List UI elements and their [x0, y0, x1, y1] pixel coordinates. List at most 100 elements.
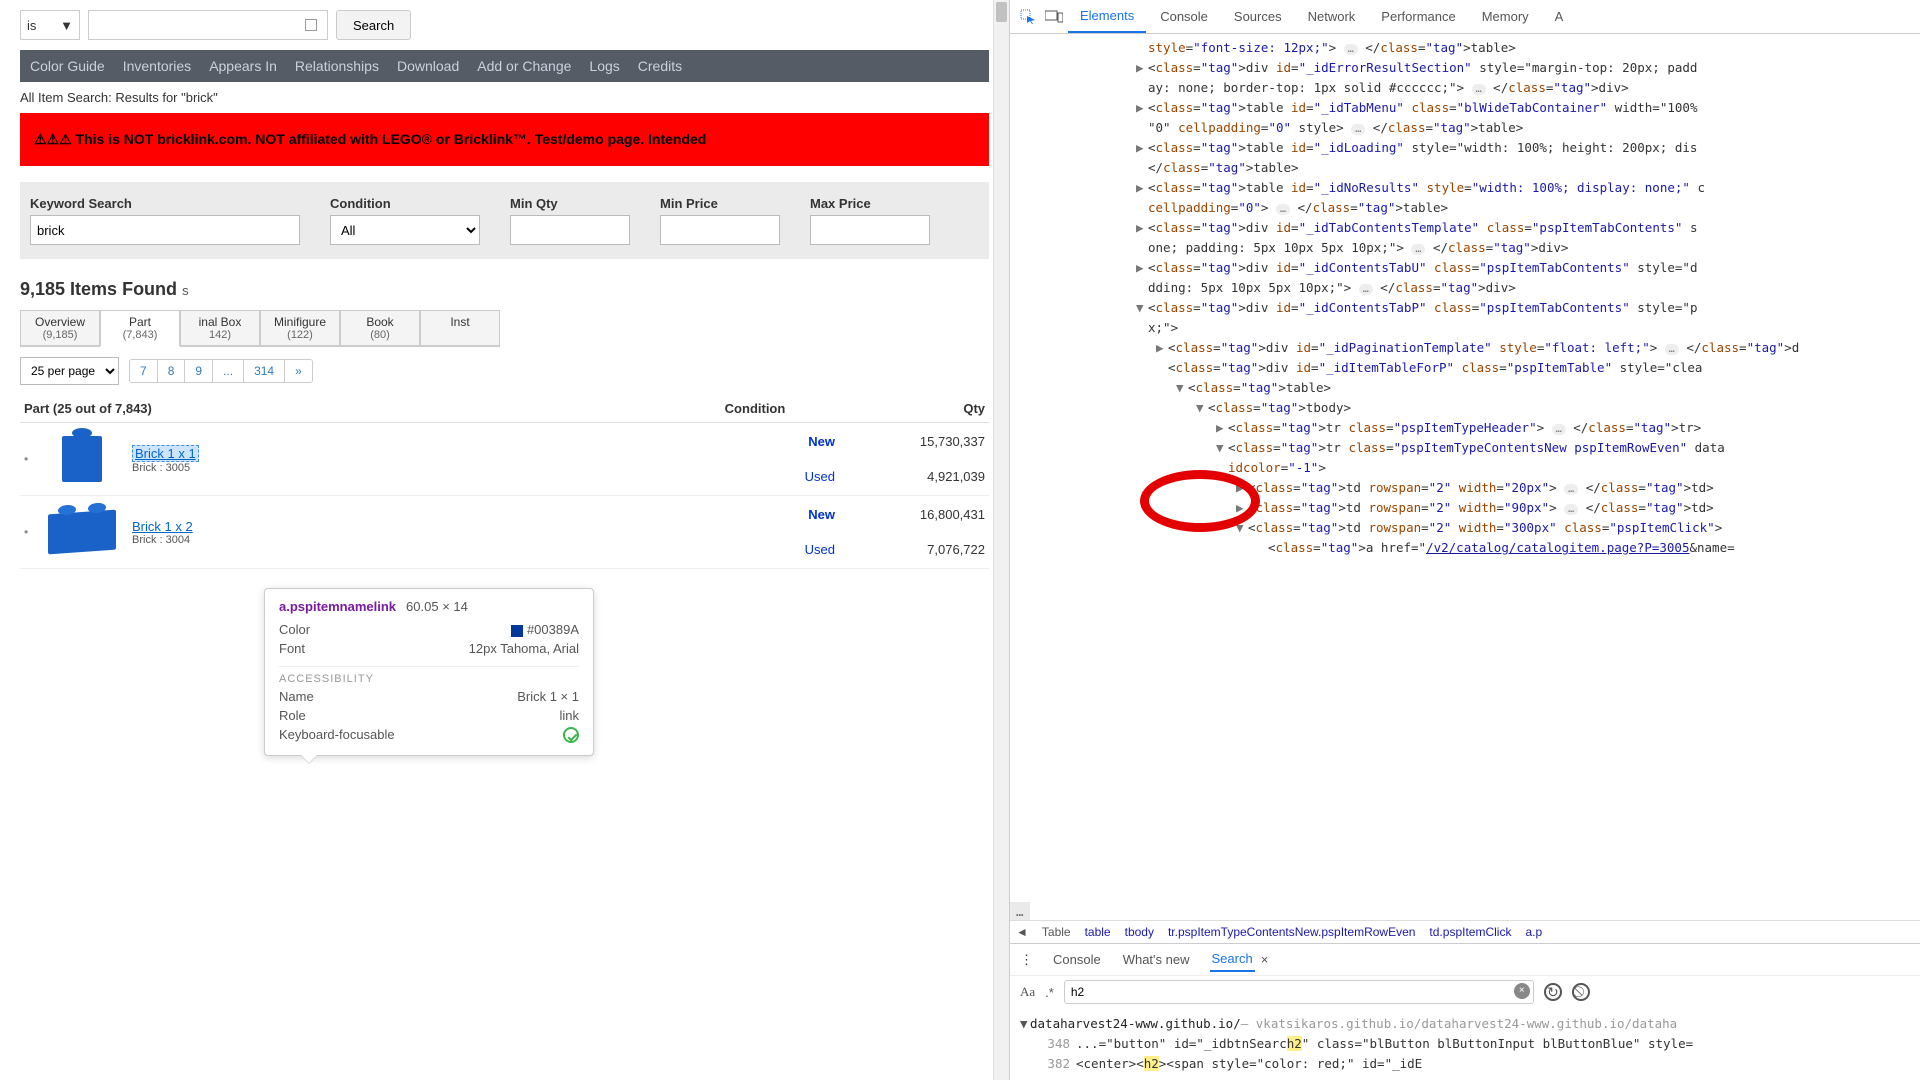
cancel-icon[interactable]: ⃠ — [1572, 983, 1590, 1001]
dom-node[interactable]: idcolor="-1"> — [1016, 458, 1914, 478]
regex-toggle[interactable]: .* — [1045, 985, 1054, 1000]
dom-node[interactable]: cellpadding="0"> … </class="tag">table> — [1016, 198, 1914, 218]
crumb[interactable]: table — [1085, 925, 1111, 939]
dom-node[interactable]: </class="tag">table> — [1016, 158, 1914, 178]
cond-new[interactable]: New — [675, 507, 835, 522]
crumb-back[interactable]: ◄ — [1016, 925, 1028, 939]
devtools-tab-performance[interactable]: Performance — [1369, 0, 1467, 33]
dom-node[interactable]: ▼<class="tag">div id="_idContentsTabP" c… — [1016, 298, 1914, 318]
drawer-tab-console[interactable]: Console — [1051, 948, 1103, 971]
maxprice-input[interactable] — [810, 215, 930, 245]
checkbox-icon[interactable] — [305, 19, 317, 31]
drawer-menu-icon[interactable]: ⋮ — [1020, 952, 1033, 968]
item-name-link[interactable]: Brick 1 x 1 — [132, 445, 199, 462]
nav-download[interactable]: Download — [397, 58, 459, 74]
devtools-tab-memory[interactable]: Memory — [1470, 0, 1541, 33]
item-name-link[interactable]: Brick 1 x 2 — [132, 519, 193, 534]
dom-node[interactable]: style="font-size: 12px;"> … </class="tag… — [1016, 38, 1914, 58]
page-9[interactable]: 9 — [185, 360, 213, 382]
page-next[interactable]: » — [285, 360, 312, 382]
nav-inventories[interactable]: Inventories — [123, 58, 191, 74]
drawer-tab-search[interactable]: Search — [1210, 947, 1255, 972]
tab-overview[interactable]: Overview(9,185) — [20, 310, 100, 347]
drawer-tab-whatsnew[interactable]: What's new — [1121, 948, 1192, 971]
tab-book[interactable]: Book(80) — [340, 310, 420, 347]
nav-credits[interactable]: Credits — [638, 58, 682, 74]
search-button[interactable]: Search — [336, 10, 411, 40]
search-result-line[interactable]: 382<center><h2><span style="color: red;"… — [1020, 1054, 1910, 1074]
crumb[interactable]: td.pspItemClick — [1429, 925, 1511, 939]
dom-node[interactable]: ▼<class="tag">table> — [1016, 378, 1914, 398]
nav-logs[interactable]: Logs — [589, 58, 619, 74]
nav-add-change[interactable]: Add or Change — [477, 58, 571, 74]
item-thumb[interactable] — [42, 502, 122, 562]
device-toggle-icon[interactable] — [1042, 5, 1066, 29]
clear-icon[interactable]: × — [1514, 983, 1530, 999]
devtools-tab-sources[interactable]: Sources — [1222, 0, 1294, 33]
dom-tree[interactable]: style="font-size: 12px;"> … </class="tag… — [1010, 34, 1920, 920]
disclosure-triangle-icon[interactable]: ▼ — [1020, 1014, 1030, 1034]
search-result-file[interactable]: ▼dataharvest24-www.github.io/— vkatsikar… — [1020, 1014, 1910, 1034]
dom-node[interactable]: ▶<class="tag">td rowspan="2" width="90px… — [1016, 498, 1914, 518]
category-dropdown[interactable]: is ▼ — [20, 10, 80, 40]
dom-node[interactable]: ▶<class="tag">table id="_idNoResults" st… — [1016, 178, 1914, 198]
expand-icon[interactable]: • — [24, 525, 34, 539]
close-icon[interactable]: × — [1261, 952, 1269, 967]
tab-part[interactable]: Part(7,843) — [100, 310, 180, 347]
cond-used[interactable]: Used — [675, 469, 835, 484]
cond-used[interactable]: Used — [675, 542, 835, 557]
crumb[interactable]: a.p — [1525, 925, 1542, 939]
expand-icon[interactable]: • — [24, 452, 34, 466]
cond-new[interactable]: New — [675, 434, 835, 449]
dom-node[interactable]: <class="tag">a href="/v2/catalog/catalog… — [1016, 538, 1914, 558]
perpage-select[interactable]: 25 per page — [20, 357, 119, 385]
condition-select[interactable]: All — [330, 215, 480, 245]
minqty-input[interactable] — [510, 215, 630, 245]
dom-node[interactable]: ▶<class="tag">tr class="pspItemTypeHeade… — [1016, 418, 1914, 438]
dom-node[interactable]: "0" cellpadding="0" style> … </class="ta… — [1016, 118, 1914, 138]
item-thumb[interactable] — [42, 429, 122, 489]
top-search-input[interactable] — [88, 10, 328, 40]
dom-node[interactable]: ▶<class="tag">table id="_idTabMenu" clas… — [1016, 98, 1914, 118]
crumb[interactable]: tr.pspItemTypeContentsNew.pspItemRowEven — [1168, 925, 1415, 939]
devtools-tab-network[interactable]: Network — [1296, 0, 1368, 33]
page-last[interactable]: 314 — [244, 360, 285, 382]
truncation-dots: … — [1010, 902, 1030, 920]
dom-node[interactable]: dding: 5px 10px 5px 10px;"> … </class="t… — [1016, 278, 1914, 298]
page-ellipsis[interactable]: ... — [213, 360, 244, 382]
search-input[interactable] — [1064, 980, 1534, 1004]
dom-node[interactable]: ay: none; border-top: 1px solid #cccccc;… — [1016, 78, 1914, 98]
devtools-tab-more[interactable]: A — [1543, 0, 1576, 33]
dom-node[interactable]: ▶<class="tag">div id="_idErrorResultSect… — [1016, 58, 1914, 78]
dom-node[interactable]: ▶<class="tag">table id="_idLoading" styl… — [1016, 138, 1914, 158]
inspect-icon[interactable] — [1016, 5, 1040, 29]
dom-node[interactable]: <class="tag">div id="_idItemTableForP" c… — [1016, 358, 1914, 378]
minprice-input[interactable] — [660, 215, 780, 245]
crumb[interactable]: Table — [1042, 925, 1071, 939]
nav-color-guide[interactable]: Color Guide — [30, 58, 105, 74]
search-result-line[interactable]: 348...="button" id="_idbtnSearch2" class… — [1020, 1034, 1910, 1054]
left-scrollbar[interactable] — [993, 0, 1009, 1080]
crumb[interactable]: tbody — [1125, 925, 1154, 939]
refresh-icon[interactable] — [1544, 983, 1562, 1001]
devtools-tab-elements[interactable]: Elements — [1068, 0, 1146, 33]
dom-node[interactable]: x;"> — [1016, 318, 1914, 338]
dom-node[interactable]: ▶<class="tag">div id="_idContentsTabU" c… — [1016, 258, 1914, 278]
tab-original-box[interactable]: inal Box142) — [180, 310, 260, 347]
dom-node[interactable]: one; padding: 5px 10px 5px 10px;"> … </c… — [1016, 238, 1914, 258]
dom-node[interactable]: ▶<class="tag">div id="_idPaginationTempl… — [1016, 338, 1914, 358]
nav-relationships[interactable]: Relationships — [295, 58, 379, 74]
nav-appears-in[interactable]: Appears In — [209, 58, 277, 74]
page-7[interactable]: 7 — [130, 360, 158, 382]
devtools-tab-console[interactable]: Console — [1148, 0, 1220, 33]
keyword-input[interactable] — [30, 215, 300, 245]
dom-node[interactable]: ▶<class="tag">td rowspan="2" width="20px… — [1016, 478, 1914, 498]
dom-node[interactable]: ▼<class="tag">tbody> — [1016, 398, 1914, 418]
tab-minifigure[interactable]: Minifigure(122) — [260, 310, 340, 347]
dom-node[interactable]: ▼<class="tag">td rowspan="2" width="300p… — [1016, 518, 1914, 538]
tab-inst[interactable]: Inst — [420, 310, 500, 347]
dom-node[interactable]: ▼<class="tag">tr class="pspItemTypeConte… — [1016, 438, 1914, 458]
dom-node[interactable]: ▶<class="tag">div id="_idTabContentsTemp… — [1016, 218, 1914, 238]
match-case-toggle[interactable]: Aa — [1020, 984, 1035, 1000]
page-8[interactable]: 8 — [158, 360, 186, 382]
